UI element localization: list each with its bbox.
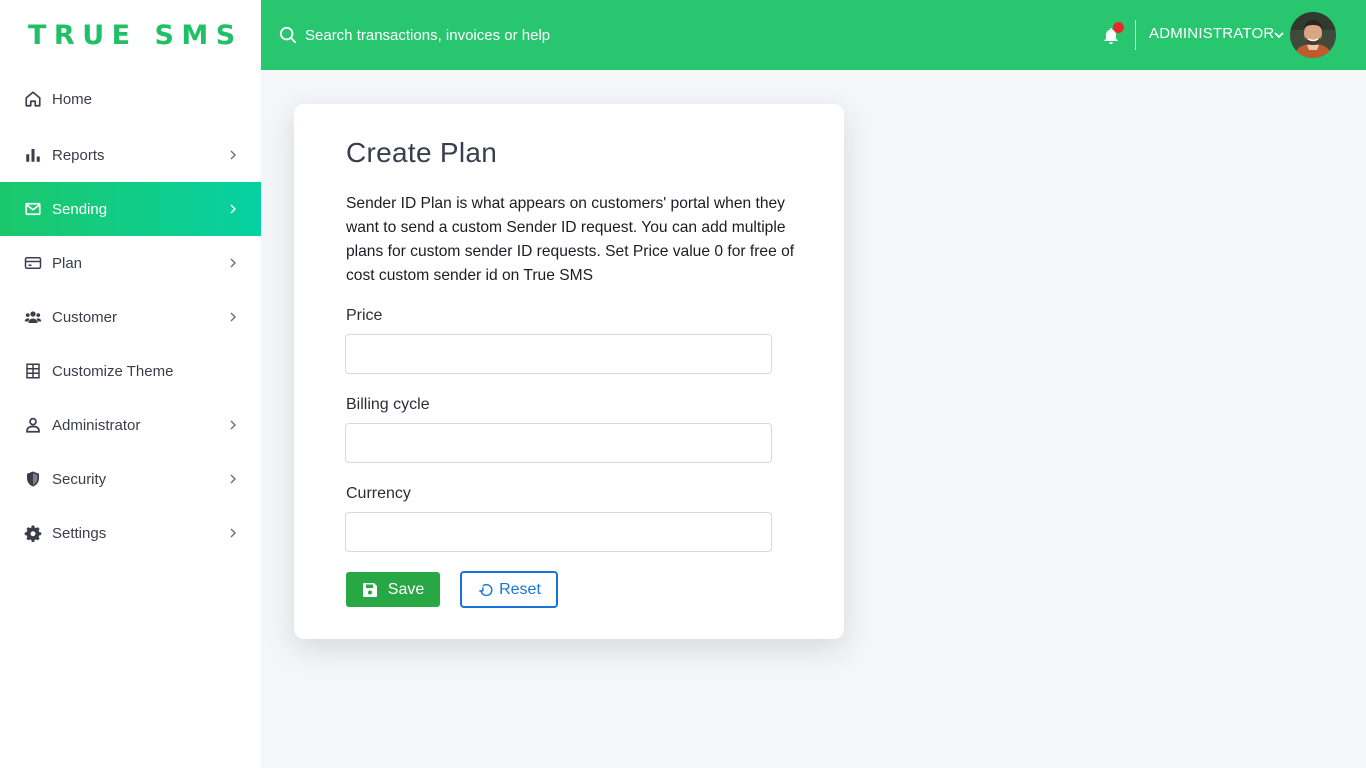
sidebar-item-label: Home [52,90,93,108]
currency-input[interactable] [345,512,772,552]
page-title: Create Plan [346,137,498,168]
sidebar-item-home[interactable]: Home [0,70,261,128]
chevron-right-icon [230,150,236,160]
sidebar-item-settings[interactable]: Settings [0,506,261,560]
bar-chart-icon [24,146,42,164]
chevron-right-icon [230,204,236,214]
sidebar-item-plan[interactable]: Plan [0,236,261,290]
sidebar-item-label: Customize Theme [52,362,174,380]
sidebar-item-label: Reports [52,146,105,164]
grid-icon [24,362,42,380]
sidebar-item-customize-theme[interactable]: Customize Theme [0,344,261,398]
form-description: Sender ID Plan is what appears on custom… [346,195,795,284]
sidebar-item-customer[interactable]: Customer [0,290,261,344]
chevron-right-icon [230,420,236,430]
reset-button[interactable]: Reset [460,571,558,608]
floppy-disk-icon [362,582,377,597]
sidebar-nav: Home Reports Sending Plan Customer Custo… [0,70,261,560]
sidebar-item-label: Administrator [52,416,141,434]
chevron-down-icon[interactable] [1273,29,1285,41]
price-label: Price [346,307,383,324]
sidebar-item-label: Customer [52,308,118,326]
chevron-right-icon [230,474,236,484]
sidebar-item-sending[interactable]: Sending [0,182,261,236]
users-icon [24,308,42,326]
chevron-right-icon [230,528,236,538]
sidebar-item-label: Plan [52,254,83,272]
envelope-icon [24,200,42,218]
chevron-right-icon [230,258,236,268]
sidebar-item-reports[interactable]: Reports [0,128,261,182]
credit-card-icon [24,254,42,272]
shield-icon [24,470,42,488]
header-divider [1135,20,1136,50]
currency-label: Currency [346,485,411,502]
sidebar-item-administrator[interactable]: Administrator [0,398,261,452]
avatar[interactable] [1290,12,1336,58]
search-input[interactable] [305,22,705,48]
search-icon[interactable] [279,26,297,44]
app-logo[interactable]: TRUE SMS [0,0,261,70]
gear-icon [24,524,42,542]
price-input[interactable] [345,334,772,374]
app-logo-text: TRUE SMS [28,19,243,51]
save-button-label: Save [387,580,425,598]
sidebar-item-label: Security [52,470,107,488]
top-navbar: ADMINISTRATOR [261,0,1366,70]
reset-button-label: Reset [499,580,541,598]
save-button[interactable]: Save [346,572,440,607]
sidebar-item-label: Sending [52,200,108,218]
notification-badge [1113,22,1124,33]
sidebar: TRUE SMS Home Reports Sending Plan Custo… [0,0,261,768]
undo-icon [479,583,493,596]
create-plan-card: Create Plan Sender ID Plan is what appea… [294,104,844,639]
sidebar-item-label: Settings [52,524,107,542]
home-icon [24,90,42,108]
user-icon [24,416,42,434]
chevron-right-icon [230,312,236,322]
sidebar-item-security[interactable]: Security [0,452,261,506]
billing-cycle-label: Billing cycle [346,396,430,413]
user-menu-name[interactable]: ADMINISTRATOR [1149,25,1274,42]
billing-cycle-input[interactable] [345,423,772,463]
